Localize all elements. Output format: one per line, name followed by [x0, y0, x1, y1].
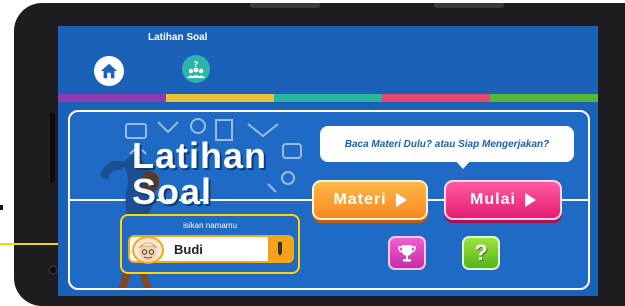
edge-marker: [0, 205, 3, 210]
phone-volume-button: [250, 3, 320, 8]
color-stripe: [58, 94, 598, 102]
app-screen: Latihan Soal ? Latihan Soal Baca Materi …: [58, 26, 598, 296]
speech-bubble: Baca Materi Dulu? atau Siap Mengerjakan?: [320, 126, 574, 162]
name-entry-panel: isikan namamu Budi: [120, 214, 300, 274]
help-button-label: ?: [474, 240, 488, 265]
page-title: Latihan Soal: [148, 32, 208, 43]
pencil-icon: [278, 242, 282, 256]
help-button[interactable]: ?: [462, 236, 500, 270]
hero-title-line2: Soal: [132, 171, 213, 212]
stripe-segment: [166, 94, 274, 102]
mulai-button[interactable]: Mulai: [444, 180, 562, 220]
play-icon: [524, 193, 536, 207]
stripe-segment: [58, 94, 166, 102]
materi-button-label: Materi: [333, 191, 387, 208]
quiz-group-icon: ?: [187, 60, 205, 78]
stripe-segment: [490, 94, 598, 102]
name-entry-label: isikan namamu: [183, 221, 237, 230]
play-icon: [395, 193, 407, 207]
name-input[interactable]: Budi: [128, 235, 294, 264]
speech-bubble-tail: [455, 160, 471, 169]
mulai-button-label: Mulai: [470, 191, 516, 208]
hero-title: Latihan Soal: [132, 138, 267, 210]
trophy-button[interactable]: [388, 236, 426, 270]
content-card: Latihan Soal Baca Materi Dulu? atau Siap…: [68, 110, 590, 290]
name-value: Budi: [174, 242, 203, 257]
edit-name-button[interactable]: [268, 237, 292, 261]
phone-camera: [48, 265, 58, 275]
home-icon: [100, 63, 118, 79]
hero-title-line1: Latihan: [132, 135, 268, 176]
stripe-segment: [382, 94, 490, 102]
avatar-face-icon: [138, 242, 158, 261]
materi-button[interactable]: Materi: [312, 180, 428, 220]
phone-power-button: [434, 3, 504, 8]
stripe-segment: [274, 94, 382, 102]
avatar: [132, 236, 164, 264]
quiz-group-button[interactable]: ?: [182, 55, 210, 83]
trophy-icon: [398, 245, 416, 262]
home-button[interactable]: [94, 56, 124, 86]
phone-speaker: [50, 113, 55, 183]
